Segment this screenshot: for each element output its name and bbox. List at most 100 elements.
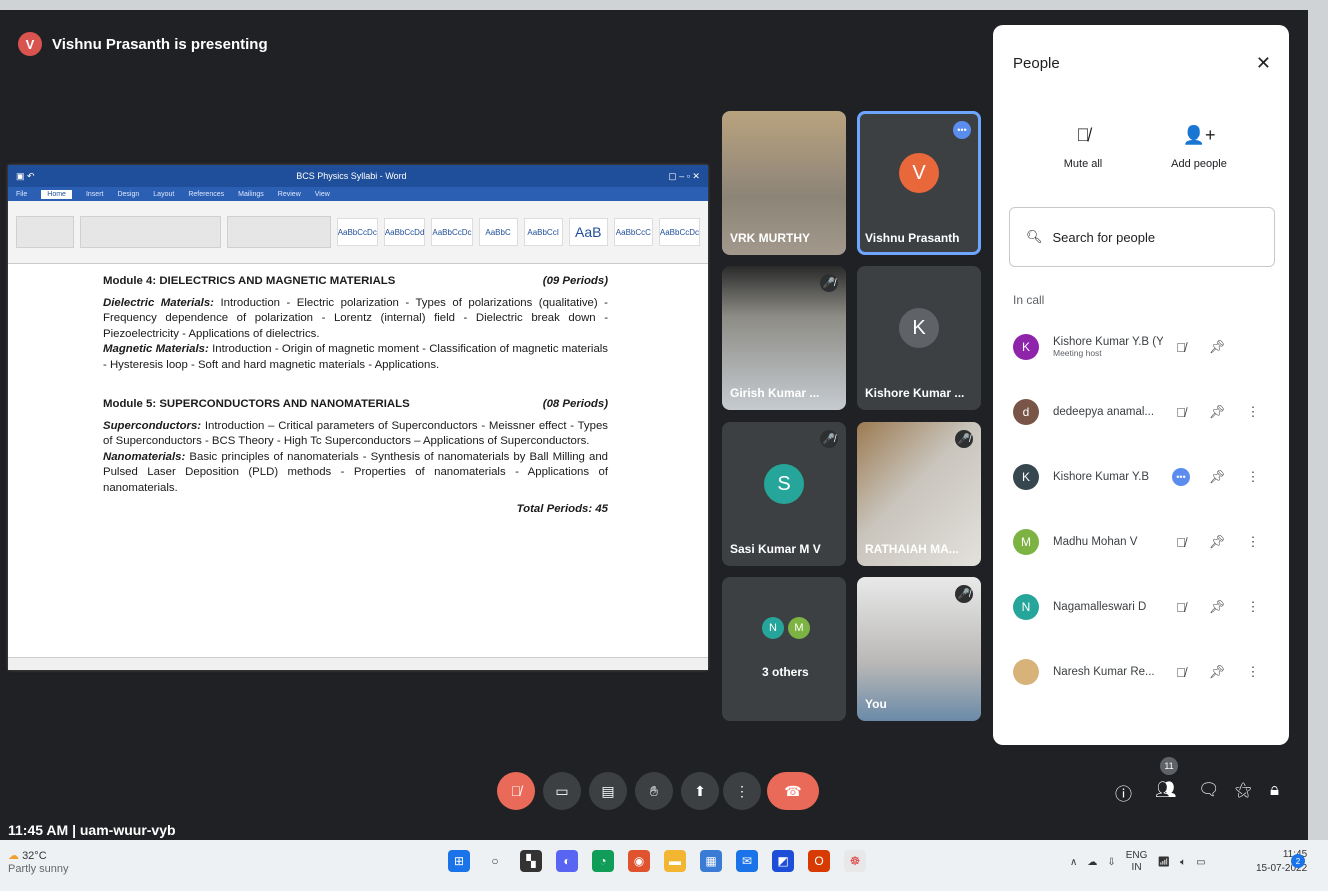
weather-widget[interactable]: ☁ 32°C Partly sunny [8,850,69,876]
participant-avatar-photo [1013,659,1039,685]
search-input[interactable]: 🔍︎ Search for people [1009,207,1275,267]
usb-icon[interactable]: ⇩ [1107,857,1115,868]
module4-title: Module 4: DIELECTRICS AND MAGNETIC MATER… [103,275,396,287]
teams-icon[interactable]: ◐ [556,850,578,872]
captions-button[interactable]: ▤ [589,772,627,810]
mic-off-icon: 🎙̸ [1176,599,1186,615]
more-vert-icon[interactable]: ⋮ [1235,469,1271,485]
style-chip: AaBbCcDc [431,218,473,246]
mic-toggle-button[interactable]: 🎙̸ [497,772,535,810]
mail-icon[interactable]: ✉ [736,850,758,872]
participant-avatar: S [764,464,804,504]
camera-toggle-button[interactable]: ▭ [543,772,581,810]
participant-row-label: dedeepya anamal... [1053,406,1155,418]
pin-icon[interactable]: 📌︎ [1199,534,1235,550]
edge-icon[interactable]: ◔ [592,850,614,872]
shared-word-window: ▣ ↶ BCS Physics Syllabi - Word ▢ – ▫ ✕ F… [8,165,708,670]
style-chip: AaBbCcC [613,218,653,246]
photos-icon[interactable]: ◩ [772,850,794,872]
module5-paragraph-2: Nanomaterials: Basic principles of nanom… [103,450,608,497]
info-icon[interactable]: ⓘ [1115,780,1132,805]
participant-row[interactable]: Naresh Kumar Re... 🎙̸ 📌︎ ⋮ [1013,652,1275,692]
monitor-bezel-right [1308,0,1328,891]
people-icon[interactable]: 👥︎ [1155,780,1177,800]
search-icon[interactable]: ○ [484,850,506,872]
activities-icon[interactable]: ⚝ [1235,780,1252,800]
notification-badge[interactable]: 2 [1291,854,1305,868]
mic-off-icon: 🎙̸ [1076,125,1090,145]
office-icon[interactable]: O [808,850,830,872]
meeting-time-code: 11:45 AM | uam-wuur-vyb [8,822,176,838]
start-icon[interactable]: ⊞ [448,850,470,872]
word-tab: References [188,190,225,198]
word-ribbon-tabs: File Home Insert Design Layout Reference… [8,187,708,201]
participant-tile-active[interactable]: ••• V Vishnu Prasanth [857,111,981,255]
language-code: ENG [1125,850,1148,861]
word-tab: Review [277,190,301,198]
word-tab: Mailings [238,190,264,198]
module4-periods: (09 Periods) [542,275,608,287]
host-controls-icon[interactable]: 🔒︎ [1270,780,1279,800]
search-placeholder: Search for people [1052,229,1156,245]
more-vert-icon[interactable]: ⋮ [1235,599,1271,615]
participant-tile[interactable]: 🎤̸ S Sasi Kumar M V [722,422,846,566]
participant-name: Kishore Kumar ... [865,386,965,400]
mic-off-icon: 🎙̸ [1176,534,1186,550]
participant-row[interactable]: N Nagamalleswari D 🎙̸ 📌︎ ⋮ [1013,587,1275,627]
wifi-icon[interactable]: 📶︎ [1157,857,1170,868]
participant-row-name: Kishore Kumar Y.B (You) Meeting host [1053,336,1163,358]
word-tab: Layout [153,190,175,198]
pin-icon[interactable]: 📌︎ [1199,664,1235,680]
participant-row[interactable]: K Kishore Kumar Y.B ••• 📌︎ ⋮ [1013,457,1275,497]
more-options-icon[interactable]: ••• [953,121,971,139]
cloud-icon[interactable]: ☁ [1087,857,1097,868]
others-tile[interactable]: N M 3 others [722,577,846,721]
chrome-icon[interactable]: ◉ [628,850,650,872]
language-indicator[interactable]: ENG IN [1126,850,1148,874]
participant-row[interactable]: K Kishore Kumar Y.B (You) Meeting host 🎙… [1013,327,1275,367]
region-code: IN [1131,862,1142,873]
close-icon[interactable]: ✕ [1256,53,1271,74]
word-status-bar [8,657,708,670]
captions-icon: ▤ [601,782,615,799]
dielectric-label: Dielectric Materials: [103,296,214,309]
participant-name: You [865,697,887,711]
self-tile[interactable]: 🎤̸ You [857,577,981,721]
present-button[interactable]: ⬆ [681,772,719,810]
participant-avatar: V [899,153,939,193]
participant-row[interactable]: d dedeepya anamal... 🎙̸ 📌︎ ⋮ [1013,392,1275,432]
battery-icon[interactable]: ▭ [1196,857,1205,868]
participant-tile[interactable]: 🎤̸ RATHAIAH MA... [857,422,981,566]
pin-icon[interactable]: 📌︎ [1199,469,1235,485]
participant-row-label: Nagamalleswari D [1053,601,1147,613]
style-chip: AaBbC [478,218,518,246]
chat-icon[interactable]: 🗨︎ [1198,780,1220,800]
more-options-button[interactable]: ⋮ [723,772,761,810]
participant-avatar: M [788,617,810,639]
mic-off-icon: 🎙̸ [510,783,522,799]
add-people-button[interactable]: 👤+ Add people [1139,125,1259,170]
participant-tile[interactable]: 🎤̸ Girish Kumar ... [722,266,846,410]
volume-icon[interactable]: 🔈︎ [1180,857,1186,868]
more-vert-icon[interactable]: ⋮ [1235,404,1271,420]
file-explorer-icon[interactable]: ▬ [664,850,686,872]
participant-row-label: Kishore Kumar Y.B (You) [1053,336,1163,348]
pin-icon[interactable]: 📌︎ [1199,339,1235,355]
more-vert-icon[interactable]: ⋮ [1235,534,1271,550]
pin-icon[interactable]: 📌︎ [1199,599,1235,615]
raise-hand-button[interactable]: ✋︎ [635,772,673,810]
task-view-icon[interactable]: ▚ [520,850,542,872]
leave-call-button[interactable]: ☎ [767,772,819,810]
style-chip: AaBbCcI [523,218,563,246]
participant-tile[interactable]: K Kishore Kumar ... [857,266,981,410]
mute-all-button[interactable]: 🎙̸ Mute all [1023,125,1143,170]
store-icon[interactable]: ▦ [700,850,722,872]
participant-row[interactable]: M Madhu Mohan V 🎙̸ 📌︎ ⋮ [1013,522,1275,562]
word-ribbon: AaBbCcDc AaBbCcDd AaBbCcDc AaBbC AaBbCcI… [8,201,708,264]
pin-icon[interactable]: 📌︎ [1199,404,1235,420]
chevron-up-icon[interactable]: ∧ [1070,857,1077,868]
mic-off-icon: 🎤̸ [820,430,838,448]
more-vert-icon[interactable]: ⋮ [1235,664,1271,680]
participant-tile[interactable]: VRK MURTHY [722,111,846,255]
app-icon[interactable]: ☸ [844,850,866,872]
